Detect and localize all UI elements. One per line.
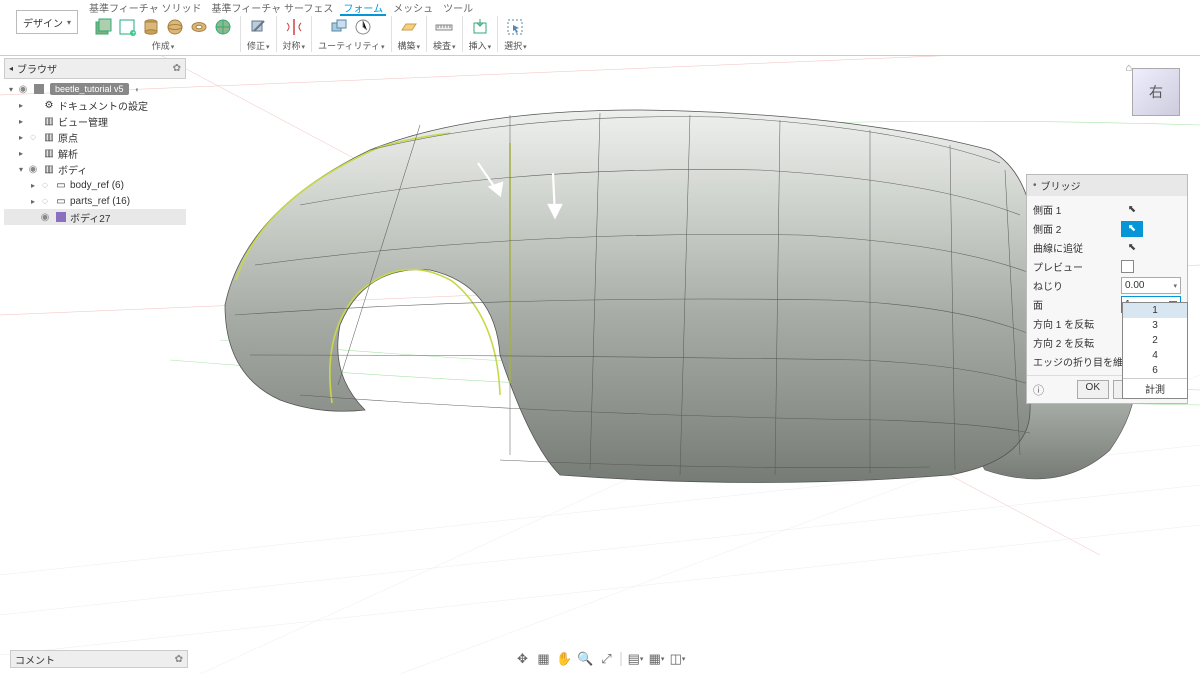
nav-toolbar: ✥ ▦ ✋ 🔍 ⤢ ▤▾ ▦▾ ◫▾ bbox=[514, 650, 687, 668]
folder-icon: ▥ bbox=[42, 146, 56, 160]
tree-body-ref[interactable]: ▸◌▭body_ref (6) bbox=[4, 177, 186, 193]
folder-icon: ▥ bbox=[42, 114, 56, 128]
ribbon-tabs: 基準フィーチャ ソリッド 基準フィーチャ サーフェス フォーム メッシュ ツール bbox=[86, 0, 476, 16]
select-icon[interactable] bbox=[504, 16, 526, 38]
utility-repair-icon[interactable] bbox=[352, 16, 374, 38]
dropdown-option[interactable]: 1 bbox=[1123, 303, 1187, 318]
tab-surface[interactable]: 基準フィーチャ サーフェス bbox=[208, 0, 336, 16]
create-box-icon[interactable] bbox=[92, 16, 114, 38]
tree-bodies[interactable]: ▾◉▥ボディ bbox=[4, 161, 186, 177]
tree-analysis[interactable]: ▸▥解析 bbox=[4, 145, 186, 161]
ribbon: デザイン 基準フィーチャ ソリッド 基準フィーチャ サーフェス フォーム メッシ… bbox=[0, 0, 1200, 56]
fit-icon[interactable]: ⤢ bbox=[598, 650, 616, 668]
comment-settings-icon[interactable]: ✿ bbox=[175, 654, 183, 665]
dropdown-measure[interactable]: 計測 bbox=[1123, 378, 1187, 398]
modify-edit-icon[interactable] bbox=[247, 16, 269, 38]
workspace-switcher[interactable]: デザイン bbox=[16, 10, 78, 34]
label-follow-curve: 曲線に追従 bbox=[1033, 240, 1121, 255]
orbit-icon[interactable]: ✥ bbox=[514, 650, 532, 668]
tree-views[interactable]: ▸▥ビュー管理 bbox=[4, 113, 186, 129]
dropdown-option[interactable]: 4 bbox=[1123, 348, 1187, 363]
create-cylinder-icon[interactable] bbox=[140, 16, 162, 38]
label-side2: 側面 2 bbox=[1033, 221, 1121, 236]
gear-icon: ⚙ bbox=[42, 98, 56, 112]
dialog-title[interactable]: ブリッジ bbox=[1027, 175, 1187, 196]
svg-text:+: + bbox=[132, 31, 136, 37]
create-sketch-icon[interactable]: + bbox=[116, 16, 138, 38]
look-at-icon[interactable]: ▦ bbox=[535, 650, 553, 668]
group-label-inspect: 検査▾ bbox=[433, 39, 456, 52]
comment-bar[interactable]: コメント✿ bbox=[10, 650, 188, 668]
dropdown-option[interactable]: 2 bbox=[1123, 333, 1187, 348]
folder-icon: ▥ bbox=[42, 162, 56, 176]
group-icon: ▭ bbox=[54, 178, 68, 192]
insert-icon[interactable] bbox=[469, 16, 491, 38]
label-preview: プレビュー bbox=[1033, 259, 1121, 274]
tree-body27[interactable]: ◉ボディ27 bbox=[4, 209, 186, 225]
create-quadball-icon[interactable] bbox=[212, 16, 234, 38]
viewcube-home-icon[interactable]: ⌂ bbox=[1125, 62, 1132, 74]
info-icon[interactable]: ⓘ bbox=[1033, 382, 1044, 398]
tree-parts-ref[interactable]: ▸◌▭parts_ref (16) bbox=[4, 193, 186, 209]
input-twist[interactable]: 0.00▾ bbox=[1121, 277, 1181, 294]
inspect-measure-icon[interactable] bbox=[433, 16, 455, 38]
group-label-modify: 修正▾ bbox=[247, 39, 270, 52]
tab-solid[interactable]: 基準フィーチャ ソリッド bbox=[86, 0, 204, 16]
group-label-utility: ユーティリティ▾ bbox=[318, 39, 384, 52]
group-label-insert: 挿入▾ bbox=[469, 39, 492, 52]
grid-toggle-icon[interactable]: ▦▾ bbox=[648, 650, 666, 668]
label-side1: 側面 1 bbox=[1033, 202, 1121, 217]
tab-form[interactable]: フォーム bbox=[340, 0, 386, 16]
select-side1[interactable]: ⬉ bbox=[1121, 202, 1143, 218]
viewcube[interactable]: 右 bbox=[1132, 68, 1180, 116]
viewport-layout-icon[interactable]: ◫▾ bbox=[669, 650, 687, 668]
faces-dropdown[interactable]: 1 3 2 4 6 計測 bbox=[1122, 302, 1188, 399]
folder-icon: ▥ bbox=[42, 130, 56, 144]
group-label-select: 選択▾ bbox=[504, 39, 527, 52]
select-follow-curve[interactable]: ⬉ bbox=[1121, 240, 1143, 256]
symmetry-icon[interactable] bbox=[283, 16, 305, 38]
checkbox-preview[interactable] bbox=[1121, 260, 1134, 273]
group-icon: ▭ bbox=[54, 194, 68, 208]
browser-panel: ブラウザ✿ ▾◉ beetle_tutorial v5◐ ▸⚙ドキュメントの設定… bbox=[4, 58, 186, 225]
ribbon-tool-groups: + 作成▾ 修正▾ 対称▾ ユーティリティ▾ bbox=[86, 16, 533, 54]
create-torus-icon[interactable] bbox=[188, 16, 210, 38]
construct-plane-icon[interactable] bbox=[398, 16, 420, 38]
display-style-icon[interactable]: ▤▾ bbox=[627, 650, 645, 668]
pan-icon[interactable]: ✋ bbox=[556, 650, 574, 668]
group-label-construct: 構築▾ bbox=[398, 39, 421, 52]
tspline-body-icon bbox=[54, 210, 68, 224]
group-label-symmetry: 対称▾ bbox=[283, 39, 306, 52]
tab-mesh[interactable]: メッシュ bbox=[390, 0, 436, 16]
tab-tools[interactable]: ツール bbox=[440, 0, 476, 16]
create-sphere-icon[interactable] bbox=[164, 16, 186, 38]
browser-settings-icon[interactable]: ✿ bbox=[173, 63, 181, 74]
utility-display-icon[interactable] bbox=[328, 16, 350, 38]
ok-button[interactable]: OK bbox=[1077, 380, 1109, 399]
zoom-icon[interactable]: 🔍 bbox=[577, 650, 595, 668]
tree-root[interactable]: ▾◉ beetle_tutorial v5◐ bbox=[4, 81, 186, 97]
browser-header[interactable]: ブラウザ✿ bbox=[4, 58, 186, 79]
tree-origin[interactable]: ▸◌▥原点 bbox=[4, 129, 186, 145]
label-faces: 面 bbox=[1033, 297, 1121, 312]
group-label-create: 作成▾ bbox=[152, 39, 175, 52]
select-side2[interactable]: ⬉ bbox=[1121, 221, 1143, 237]
label-twist: ねじり bbox=[1033, 278, 1121, 293]
tree-doc-settings[interactable]: ▸⚙ドキュメントの設定 bbox=[4, 97, 186, 113]
dropdown-option[interactable]: 6 bbox=[1123, 363, 1187, 378]
component-icon bbox=[32, 82, 46, 96]
dropdown-option[interactable]: 3 bbox=[1123, 318, 1187, 333]
